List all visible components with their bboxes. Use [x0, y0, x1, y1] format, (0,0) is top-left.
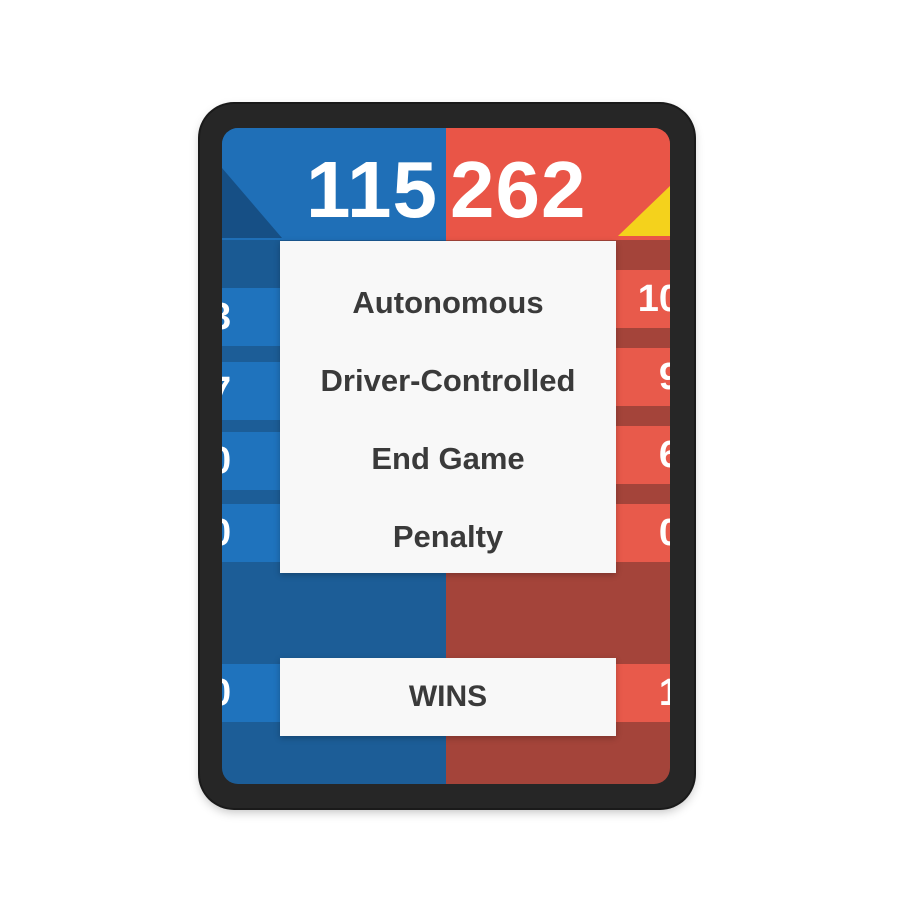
menu-item-autonomous[interactable]: Autonomous	[280, 273, 616, 333]
blue-end-game-score: 0	[222, 440, 231, 482]
blue-total-score: 115	[305, 145, 438, 234]
wins-button[interactable]: WINS	[280, 658, 616, 736]
red-penalty-score: 0	[658, 512, 670, 554]
category-menu: Autonomous Driver-Controlled End Game Pe…	[280, 241, 616, 573]
red-wins-count: 1	[658, 672, 670, 714]
red-autonomous-score: 10	[637, 278, 670, 320]
menu-item-end-game[interactable]: End Game	[280, 429, 616, 489]
blue-autonomous-score: 3	[222, 296, 231, 338]
blue-wins-count: 0	[222, 672, 231, 714]
red-score-band: 262	[446, 128, 670, 240]
scoreboard-screen: 115 3 7 0 0 0 262	[222, 128, 670, 784]
tablet-frame: 115 3 7 0 0 0 262	[200, 104, 694, 808]
blue-diagonal-decoration	[222, 168, 282, 238]
menu-item-penalty[interactable]: Penalty	[280, 507, 616, 567]
red-driver-controlled-score: 9	[658, 356, 670, 398]
triangle-flag-icon	[618, 186, 670, 236]
red-total-score: 262	[450, 145, 587, 234]
blue-driver-controlled-score: 7	[222, 370, 231, 412]
blue-penalty-score: 0	[222, 512, 231, 554]
red-end-game-score: 6	[658, 434, 670, 476]
menu-item-driver-controlled[interactable]: Driver-Controlled	[280, 351, 616, 411]
blue-score-band: 115	[222, 128, 446, 240]
